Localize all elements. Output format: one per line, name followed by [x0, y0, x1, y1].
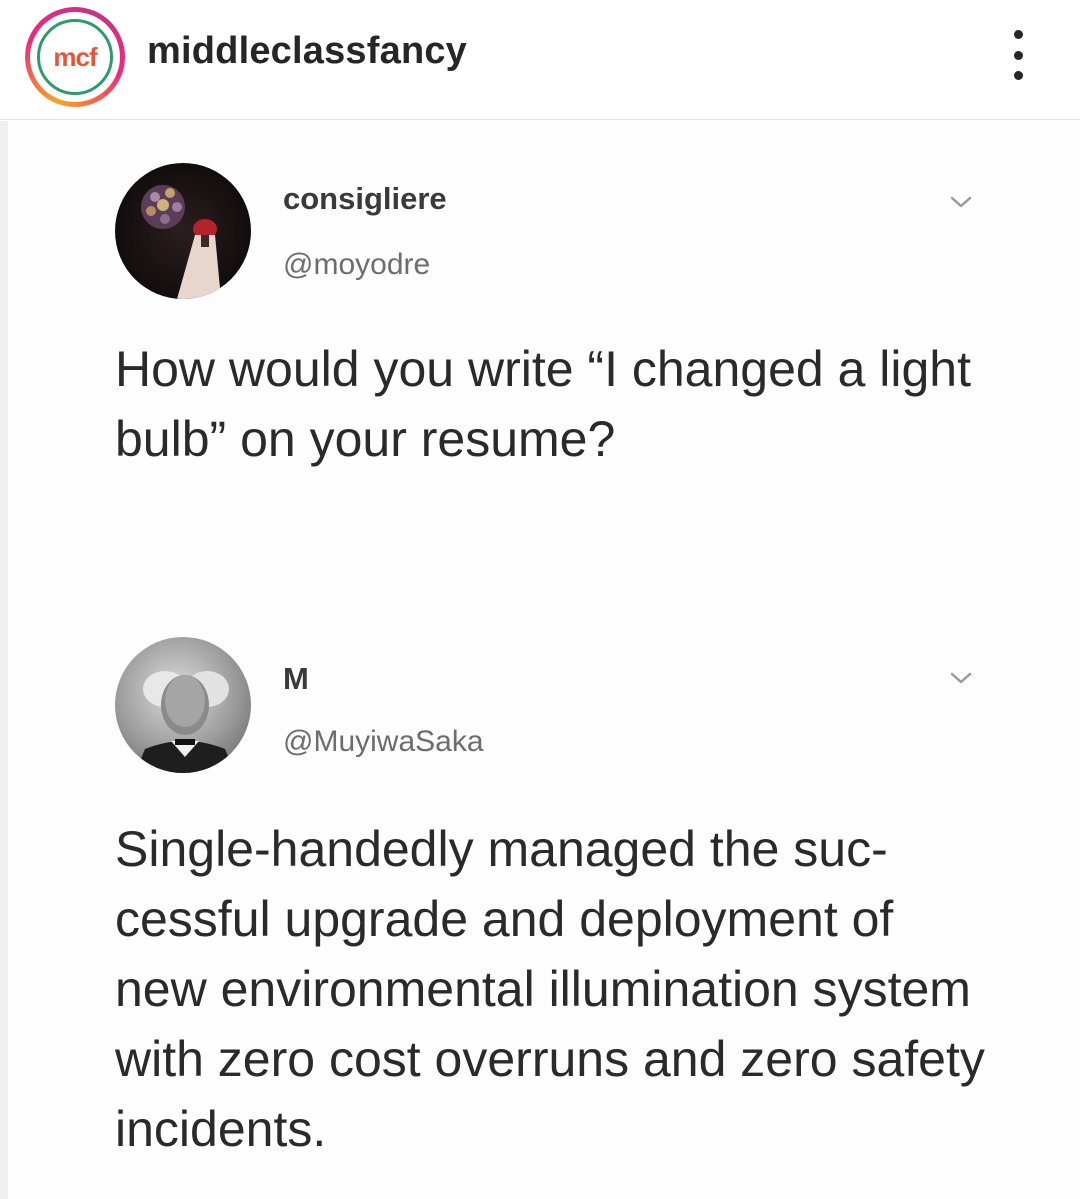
more-dot	[1013, 30, 1023, 39]
post-image: consigliere @moyodre How would you write…	[0, 121, 1080, 1199]
chevron-down-icon[interactable]	[946, 191, 976, 213]
account-logo: mcf	[37, 19, 113, 95]
tweet-author-name[interactable]: M	[283, 661, 309, 697]
chevron-down-icon[interactable]	[946, 667, 976, 689]
more-dot	[1013, 50, 1023, 60]
avatar-ring-gap: mcf	[30, 12, 120, 102]
tweet-text: How would you write “I changed a light b…	[115, 341, 972, 467]
more-dot	[1013, 71, 1023, 80]
tweet-avatar	[115, 637, 251, 773]
account-logo-text: mcf	[53, 41, 97, 72]
tweet-text: Single-handedly managed the suc-cessful …	[115, 821, 985, 1157]
tweet-author-name[interactable]: consigliere	[283, 181, 447, 217]
post-header: mcf middleclassfancy	[0, 0, 1080, 120]
avatar-picture	[135, 671, 235, 773]
account-username[interactable]: middleclassfancy	[147, 30, 467, 73]
account-avatar[interactable]: mcf	[25, 7, 125, 107]
tweet-author-handle[interactable]: @moyodre	[283, 248, 430, 282]
avatar-picture	[141, 185, 221, 299]
tweet-avatar	[115, 163, 251, 299]
tweet-author-handle[interactable]: @MuyiwaSaka	[283, 725, 484, 759]
more-vertical-icon[interactable]	[1003, 30, 1033, 80]
